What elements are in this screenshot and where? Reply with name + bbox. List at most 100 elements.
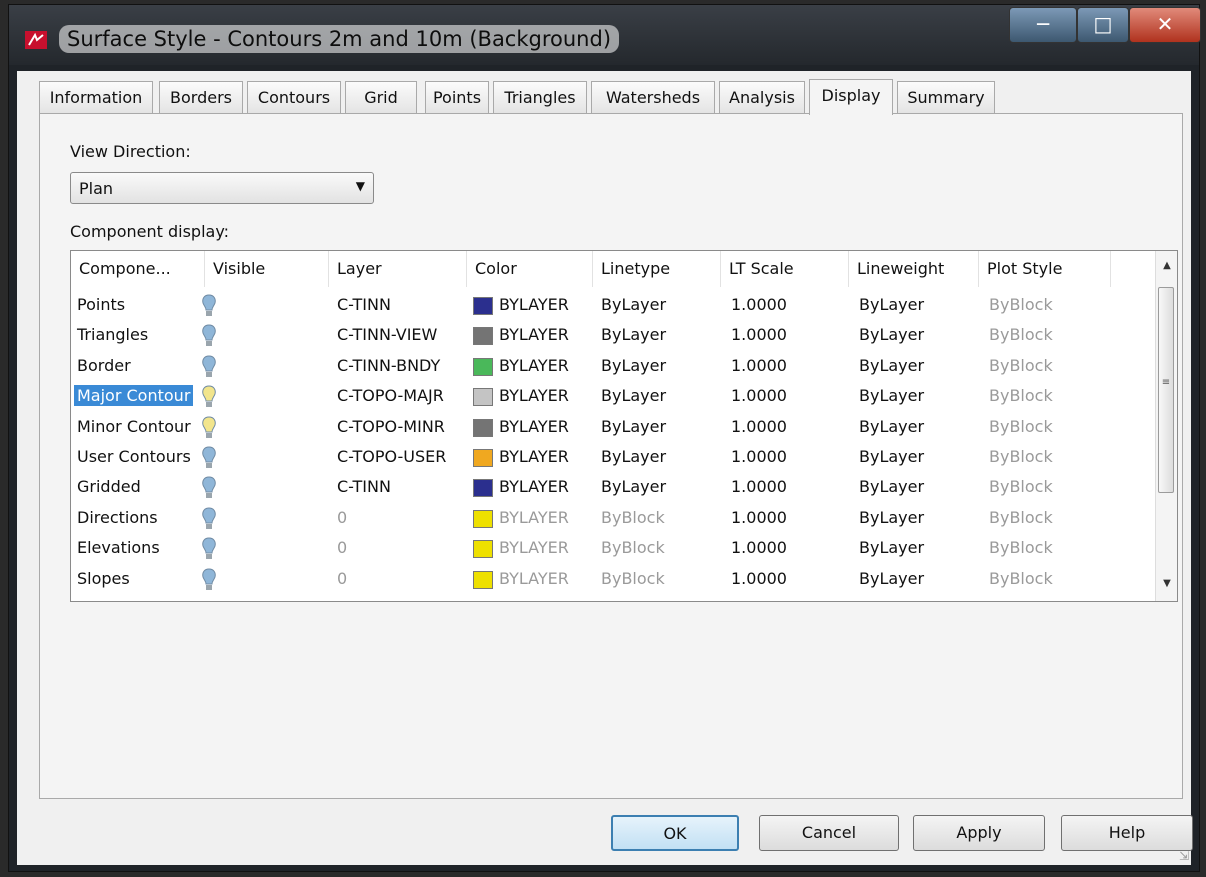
maximize-button[interactable]: □	[1077, 7, 1129, 43]
color-swatch[interactable]	[473, 388, 493, 407]
tab-analysis[interactable]: Analysis	[719, 81, 805, 113]
color-swatch[interactable]	[473, 479, 493, 498]
cell-layer[interactable]: 0	[337, 538, 347, 557]
cell-color[interactable]: BYLAYER	[499, 508, 569, 527]
cell-lt-scale[interactable]: 1.0000	[731, 356, 787, 375]
cell-layer[interactable]: C-TINN-VIEW	[337, 325, 437, 344]
lightbulb-on-icon[interactable]	[201, 384, 217, 410]
cell-linetype[interactable]: ByLayer	[601, 325, 666, 344]
cell-component[interactable]: Major Contour	[74, 385, 194, 407]
column-header-plot-style[interactable]: Plot Style	[979, 251, 1111, 287]
cell-component[interactable]: Slopes	[77, 569, 130, 588]
color-swatch[interactable]	[473, 570, 493, 589]
cell-lineweight[interactable]: ByLayer	[859, 417, 924, 436]
vertical-scrollbar[interactable]: ▲ ≡ ▼	[1155, 251, 1177, 601]
cell-plot-style[interactable]: ByBlock	[989, 508, 1053, 527]
tab-information[interactable]: Information	[39, 81, 153, 113]
table-row[interactable]: Gridded C-TINN BYLAYER ByLayer 1.0000 ByLayer…	[71, 473, 1157, 503]
cell-lt-scale[interactable]: 1.0000	[731, 325, 787, 344]
cell-plot-style[interactable]: ByBlock	[989, 356, 1053, 375]
cell-plot-style[interactable]: ByBlock	[989, 295, 1053, 314]
cell-color[interactable]: BYLAYER	[499, 295, 569, 314]
scrollbar-thumb[interactable]: ≡	[1158, 287, 1174, 493]
column-header-linetype[interactable]: Linetype	[593, 251, 721, 287]
cell-color[interactable]: BYLAYER	[499, 356, 569, 375]
lightbulb-icon[interactable]	[201, 506, 217, 532]
cell-lineweight[interactable]: ByLayer	[859, 325, 924, 344]
column-header-color[interactable]: Color	[467, 251, 593, 287]
cell-lt-scale[interactable]: 1.0000	[731, 477, 787, 496]
lightbulb-icon[interactable]	[201, 323, 217, 349]
lightbulb-icon[interactable]	[201, 354, 217, 380]
table-row[interactable]: Points C-TINN BYLAYER ByLayer 1.0000 ByLayer B…	[71, 291, 1157, 321]
cell-lt-scale[interactable]: 1.0000	[731, 569, 787, 588]
cell-plot-style[interactable]: ByBlock	[989, 477, 1053, 496]
cell-lineweight[interactable]: ByLayer	[859, 447, 924, 466]
cell-linetype[interactable]: ByLayer	[601, 447, 666, 466]
lightbulb-icon[interactable]	[201, 567, 217, 593]
column-header-component[interactable]: Compone...	[71, 251, 205, 287]
cell-linetype[interactable]: ByLayer	[601, 386, 666, 405]
cell-lt-scale[interactable]: 1.0000	[731, 417, 787, 436]
lightbulb-icon[interactable]	[201, 293, 217, 319]
color-swatch[interactable]	[473, 297, 493, 315]
cell-lt-scale[interactable]: 1.0000	[731, 386, 787, 405]
cell-layer[interactable]: 0	[337, 508, 347, 527]
cell-layer[interactable]: C-TINN	[337, 477, 391, 496]
cell-layer[interactable]: 0	[337, 569, 347, 588]
column-header-lt-scale[interactable]: LT Scale	[721, 251, 849, 287]
cell-layer[interactable]: C-TOPO-MAJR	[337, 386, 444, 405]
table-row[interactable]: Slopes 0 BYLAYER ByBlock 1.0000 ByLayer ByBloc…	[71, 565, 1157, 595]
lightbulb-on-icon[interactable]	[201, 415, 217, 441]
table-row[interactable]: Triangles C-TINN-VIEW BYLAYER ByLayer 1.0000…	[71, 321, 1157, 351]
view-direction-dropdown[interactable]: Plan ▼	[70, 172, 374, 204]
cell-lineweight[interactable]: ByLayer	[859, 477, 924, 496]
minimize-button[interactable]: ─	[1009, 7, 1077, 43]
cell-component[interactable]: Points	[77, 295, 125, 314]
cell-plot-style[interactable]: ByBlock	[989, 569, 1053, 588]
cell-color[interactable]: BYLAYER	[499, 325, 569, 344]
cell-component[interactable]: User Contours	[77, 447, 191, 466]
tab-watersheds[interactable]: Watersheds	[591, 81, 715, 113]
cell-lineweight[interactable]: ByLayer	[859, 386, 924, 405]
cell-layer[interactable]: C-TOPO-MINR	[337, 417, 445, 436]
cell-color[interactable]: BYLAYER	[499, 447, 569, 466]
cell-linetype[interactable]: ByLayer	[601, 477, 666, 496]
table-row[interactable]: Border C-TINN-BNDY BYLAYER ByLayer 1.0000 ByL…	[71, 352, 1157, 382]
table-row[interactable]: Elevations 0 BYLAYER ByBlock 1.0000 ByLayer By…	[71, 534, 1157, 564]
title-bar[interactable]: Surface Style - Contours 2m and 10m (Bac…	[9, 5, 1201, 65]
cell-color[interactable]: BYLAYER	[499, 417, 569, 436]
cell-lt-scale[interactable]: 1.0000	[731, 447, 787, 466]
ok-button[interactable]: OK	[611, 815, 739, 851]
lightbulb-icon[interactable]	[201, 445, 217, 471]
close-button[interactable]: ✕	[1129, 7, 1201, 43]
cell-layer[interactable]: C-TINN	[337, 295, 391, 314]
cell-lt-scale[interactable]: 1.0000	[731, 508, 787, 527]
tab-triangles[interactable]: Triangles	[493, 81, 587, 113]
cell-color[interactable]: BYLAYER	[499, 477, 569, 496]
cell-plot-style[interactable]: ByBlock	[989, 386, 1053, 405]
lightbulb-icon[interactable]	[201, 536, 217, 562]
cell-lineweight[interactable]: ByLayer	[859, 508, 924, 527]
cell-layer[interactable]: C-TINN-BNDY	[337, 356, 440, 375]
color-swatch[interactable]	[473, 418, 493, 437]
cell-linetype[interactable]: ByLayer	[601, 356, 666, 375]
cell-plot-style[interactable]: ByBlock	[989, 325, 1053, 344]
help-button[interactable]: Help	[1061, 815, 1193, 851]
table-row[interactable]: Directions 0 BYLAYER ByBlock 1.0000 ByLayer By…	[71, 504, 1157, 534]
cell-component[interactable]: Minor Contour	[77, 417, 191, 436]
cell-component[interactable]: Triangles	[77, 325, 148, 344]
apply-button[interactable]: Apply	[913, 815, 1045, 851]
column-header-layer[interactable]: Layer	[329, 251, 467, 287]
cancel-button[interactable]: Cancel	[759, 815, 899, 851]
cell-lt-scale[interactable]: 1.0000	[731, 295, 787, 314]
cell-plot-style[interactable]: ByBlock	[989, 538, 1053, 557]
table-row[interactable]: User Contours C-TOPO-USER BYLAYER ByLayer 1.…	[71, 443, 1157, 473]
cell-plot-style[interactable]: ByBlock	[989, 417, 1053, 436]
cell-linetype[interactable]: ByBlock	[601, 569, 665, 588]
scroll-up-icon[interactable]: ▲	[1156, 255, 1177, 277]
tab-points[interactable]: Points	[425, 81, 489, 113]
color-swatch[interactable]	[473, 449, 493, 467]
cell-plot-style[interactable]: ByBlock	[989, 447, 1053, 466]
cell-color[interactable]: BYLAYER	[499, 569, 569, 588]
